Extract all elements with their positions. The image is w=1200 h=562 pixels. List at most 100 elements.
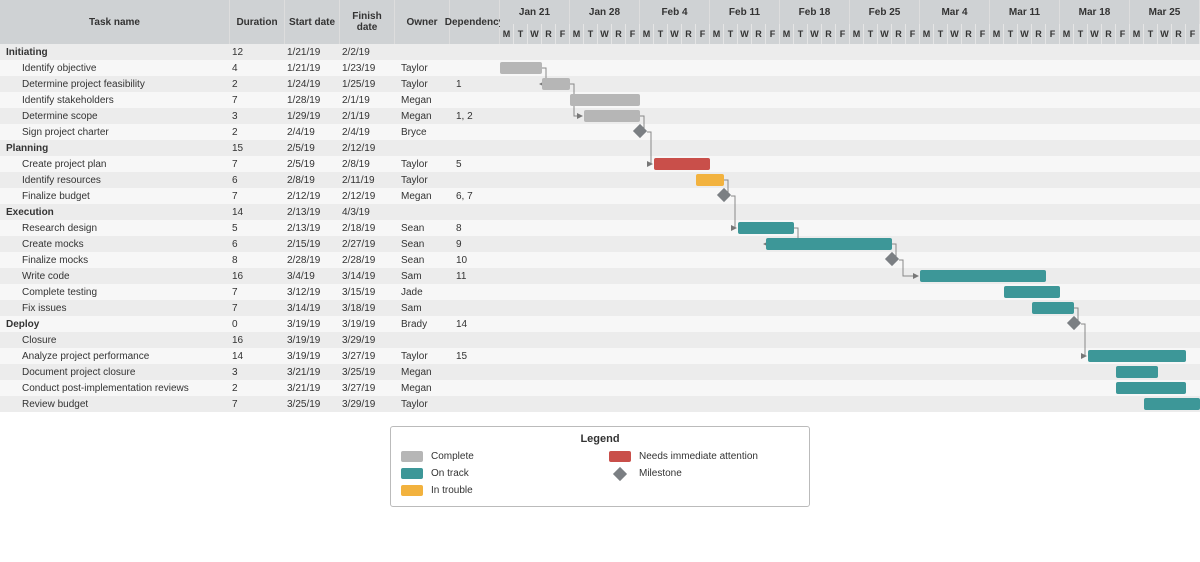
dependency-cell <box>450 124 500 140</box>
start-date-cell: 3/21/19 <box>285 364 340 380</box>
timeline-lane <box>500 348 1200 364</box>
gantt-bar[interactable] <box>584 110 640 122</box>
dependency-cell <box>450 140 500 156</box>
task-name-cell: Identify stakeholders <box>0 92 230 108</box>
legend-label: Milestone <box>639 468 682 479</box>
start-date-cell: 2/15/19 <box>285 236 340 252</box>
timeline-lane <box>500 236 1200 252</box>
gantt-bar[interactable] <box>654 158 710 170</box>
finish-date-cell: 2/4/19 <box>340 124 395 140</box>
owner-cell: Taylor <box>395 76 450 92</box>
day-header-cell: F <box>976 24 990 44</box>
task-name-cell: Create project plan <box>0 156 230 172</box>
gantt-bar[interactable] <box>542 78 570 90</box>
start-date-cell: 1/21/19 <box>285 44 340 60</box>
task-name-cell: Finalize mocks <box>0 252 230 268</box>
day-header-cell: T <box>1144 24 1158 44</box>
gantt-bar[interactable] <box>1144 398 1200 410</box>
task-name-cell: Determine project feasibility <box>0 76 230 92</box>
gantt-bar[interactable] <box>1004 286 1060 298</box>
task-row: Identify objective41/21/191/23/19Taylor <box>0 60 1200 76</box>
dependency-cell <box>450 364 500 380</box>
day-header-cell: M <box>710 24 724 44</box>
day-header-cell: W <box>1158 24 1172 44</box>
timeline-lane <box>500 268 1200 284</box>
legend: Legend CompleteNeeds immediate attention… <box>390 426 810 507</box>
task-row: Research design52/13/192/18/19Sean8 <box>0 220 1200 236</box>
owner-cell: Megan <box>395 188 450 204</box>
start-date-cell: 3/19/19 <box>285 316 340 332</box>
gantt-bar[interactable] <box>1032 302 1074 314</box>
duration-cell: 3 <box>230 364 285 380</box>
start-date-cell: 3/12/19 <box>285 284 340 300</box>
legend-item: Milestone <box>609 468 799 479</box>
gantt-bar[interactable] <box>1116 366 1158 378</box>
week-header-cell: Feb 18 <box>780 0 850 24</box>
owner-cell: Taylor <box>395 172 450 188</box>
gantt-bar[interactable] <box>570 94 640 106</box>
dependency-cell <box>450 60 500 76</box>
week-header-cell: Feb 4 <box>640 0 710 24</box>
finish-date-cell: 4/3/19 <box>340 204 395 220</box>
task-row: Identify stakeholders71/28/192/1/19Megan <box>0 92 1200 108</box>
start-date-cell: 2/4/19 <box>285 124 340 140</box>
finish-date-cell: 2/18/19 <box>340 220 395 236</box>
dependency-cell: 9 <box>450 236 500 252</box>
gantt-bar[interactable] <box>1116 382 1186 394</box>
finish-date-cell: 2/12/19 <box>340 140 395 156</box>
gantt-bar[interactable] <box>1088 350 1186 362</box>
start-date-cell: 2/5/19 <box>285 140 340 156</box>
legend-swatch <box>401 451 423 462</box>
day-header-cell: T <box>864 24 878 44</box>
day-header-cell: M <box>1130 24 1144 44</box>
owner-cell <box>395 332 450 348</box>
day-header-cell: T <box>724 24 738 44</box>
finish-date-cell: 1/23/19 <box>340 60 395 76</box>
day-header-cell: R <box>892 24 906 44</box>
timeline-week-header: Jan 21Jan 28Feb 4Feb 11Feb 18Feb 25Mar 4… <box>500 0 1200 24</box>
day-header-cell: W <box>1018 24 1032 44</box>
start-date-cell: 2/28/19 <box>285 252 340 268</box>
start-date-cell: 1/28/19 <box>285 92 340 108</box>
week-header-cell: Jan 28 <box>570 0 640 24</box>
finish-date-cell: 3/25/19 <box>340 364 395 380</box>
finish-date-cell: 2/2/19 <box>340 44 395 60</box>
start-date-cell: 3/25/19 <box>285 396 340 412</box>
gantt-bar[interactable] <box>696 174 724 186</box>
day-header-cell: F <box>1046 24 1060 44</box>
gantt-bar[interactable] <box>920 270 1046 282</box>
task-name-cell: Document project closure <box>0 364 230 380</box>
day-header-cell: M <box>850 24 864 44</box>
task-row: Identify resources62/8/192/11/19Taylor <box>0 172 1200 188</box>
dependency-cell: 15 <box>450 348 500 364</box>
timeline-day-header: MTWRFMTWRFMTWRFMTWRFMTWRFMTWRFMTWRFMTWRF… <box>500 24 1200 44</box>
day-header-cell: F <box>626 24 640 44</box>
owner-cell: Brady <box>395 316 450 332</box>
day-header-cell: T <box>1074 24 1088 44</box>
phase-row: Initiating121/21/192/2/19 <box>0 44 1200 60</box>
gantt-bar[interactable] <box>766 238 892 250</box>
finish-date-cell: 3/19/19 <box>340 316 395 332</box>
day-header-cell: F <box>696 24 710 44</box>
dependency-cell <box>450 396 500 412</box>
day-header-cell: R <box>612 24 626 44</box>
timeline-lane <box>500 220 1200 236</box>
gantt-bar[interactable] <box>738 222 794 234</box>
timeline-lane <box>500 188 1200 204</box>
phase-row: Execution142/13/194/3/19 <box>0 204 1200 220</box>
owner-cell: Bryce <box>395 124 450 140</box>
finish-date-cell: 3/14/19 <box>340 268 395 284</box>
task-row: Sign project charter22/4/192/4/19Bryce <box>0 124 1200 140</box>
task-name-cell: Write code <box>0 268 230 284</box>
task-name-cell: Fix issues <box>0 300 230 316</box>
duration-cell: 16 <box>230 268 285 284</box>
timeline-lane <box>500 124 1200 140</box>
gantt-bar[interactable] <box>500 62 542 74</box>
dependency-cell: 5 <box>450 156 500 172</box>
day-header-cell: W <box>878 24 892 44</box>
timeline-lane <box>500 364 1200 380</box>
day-header-cell: R <box>682 24 696 44</box>
day-header-cell: M <box>990 24 1004 44</box>
start-date-cell: 3/21/19 <box>285 380 340 396</box>
finish-date-cell: 2/1/19 <box>340 108 395 124</box>
